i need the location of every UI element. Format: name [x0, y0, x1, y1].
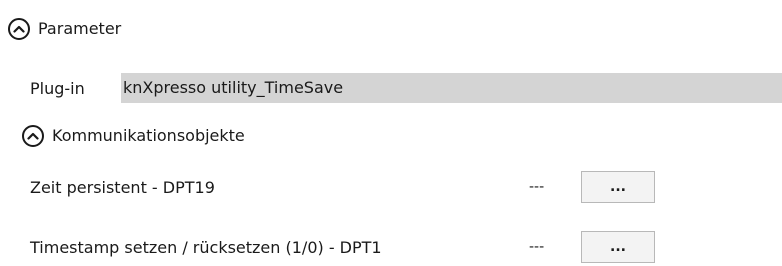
kommunikationsobjekte-section-title: Kommunikationsobjekte [52, 126, 245, 145]
assign-group-address-button[interactable]: ... [581, 171, 655, 203]
communication-object-row: Zeit persistent - DPT19 --- ... [30, 171, 655, 203]
parameter-section-header[interactable]: Parameter [8, 18, 121, 40]
kommunikationsobjekte-section-header[interactable]: Kommunikationsobjekte [22, 125, 245, 147]
communication-object-row: Timestamp setzen / rücksetzen (1/0) - DP… [30, 231, 655, 263]
parameter-section-title: Parameter [38, 19, 122, 38]
plugin-row: Plug-in knXpresso utility_TimeSave [30, 73, 782, 103]
plugin-value-field: knXpresso utility_TimeSave [121, 73, 782, 103]
assign-group-address-button[interactable]: ... [581, 231, 655, 263]
communication-object-name: Timestamp setzen / rücksetzen (1/0) - DP… [30, 237, 382, 257]
chevron-up-circle-icon[interactable] [8, 18, 30, 40]
communication-object-name: Zeit persistent - DPT19 [30, 177, 215, 197]
plugin-label: Plug-in [30, 78, 85, 98]
group-address-value: --- [529, 179, 545, 195]
chevron-up-circle-icon[interactable] [22, 125, 44, 147]
group-address-value: --- [529, 239, 545, 255]
